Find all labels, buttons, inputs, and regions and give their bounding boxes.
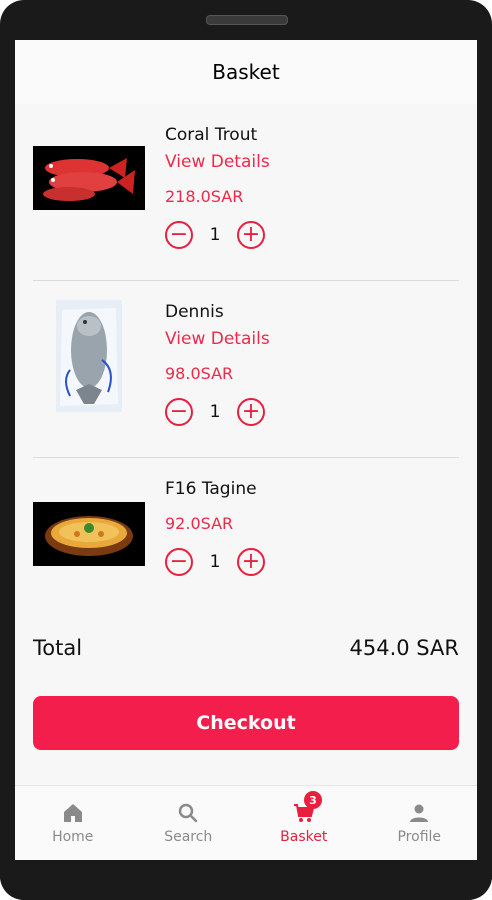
quantity-value: 1 [209,402,221,422]
item-info: F16 Tagine 92.0SAR − 1 + [165,478,265,576]
product-image[interactable] [33,300,145,412]
quantity-stepper: − 1 + [165,548,265,576]
plus-circle-icon[interactable]: + [237,221,265,249]
speaker-grille [206,15,288,25]
minus-circle-icon[interactable]: − [165,398,193,426]
nav-item-home[interactable]: Home [15,786,131,860]
search-icon [179,803,198,823]
plus-circle-icon[interactable]: + [237,548,265,576]
item-info: Dennis View Details 98.0SAR − 1 + [165,301,270,426]
item-name: Dennis [165,302,224,322]
nav-label: Search [164,829,213,845]
fish-image [56,300,122,412]
basket-item-f16-tagine: F16 Tagine 92.0SAR − 1 + [33,458,459,608]
total-value: 454.0 SAR [349,636,459,660]
item-name: Coral Trout [165,125,258,145]
device-frame: Basket Coral Trout View Details 218.0SAR [0,0,492,900]
quantity-value: 1 [209,552,221,572]
view-details-link[interactable]: View Details [165,151,270,173]
quantity-value: 1 [209,225,221,245]
total-row: Total 454.0 SAR [33,636,459,660]
cart-count-badge: 3 [304,791,322,809]
quantity-stepper: − 1 + [165,221,270,249]
app-screen: Basket Coral Trout View Details 218.0SAR [15,40,477,860]
item-price: 98.0SAR [165,364,234,383]
quantity-stepper: − 1 + [165,398,270,426]
minus-circle-icon[interactable]: − [165,221,193,249]
nav-item-basket[interactable]: Basket 3 [246,786,362,860]
total-label: Total [33,636,83,660]
basket-item-coral-trout: Coral Trout View Details 218.0SAR − 1 + [33,104,459,281]
item-price: 92.0SAR [165,514,234,533]
nav-item-profile[interactable]: Profile [362,786,478,860]
fish-image [43,158,135,201]
plus-circle-icon[interactable]: + [237,398,265,426]
tagine-image [45,516,133,556]
device-bezel-bottom [0,860,492,900]
nav-item-search[interactable]: Search [131,786,247,860]
page-title: Basket [212,60,280,84]
app-header: Basket [15,40,477,104]
bottom-nav: Home Search Basket 3 Profile [15,785,477,860]
item-info: Coral Trout View Details 218.0SAR − 1 + [165,124,270,249]
nav-label: Profile [397,829,442,845]
product-image[interactable] [33,502,145,566]
item-name: F16 Tagine [165,479,257,499]
product-image[interactable] [33,146,145,210]
view-details-link[interactable]: View Details [165,328,270,350]
person-icon [410,804,429,822]
minus-circle-icon[interactable]: − [165,548,193,576]
home-icon [63,804,82,822]
item-price: 218.0SAR [165,187,244,206]
nav-label: Home [52,829,94,845]
checkout-button[interactable]: Checkout [33,696,459,750]
nav-label: Basket [280,829,328,845]
basket-item-dennis: Dennis View Details 98.0SAR − 1 + [33,281,459,458]
